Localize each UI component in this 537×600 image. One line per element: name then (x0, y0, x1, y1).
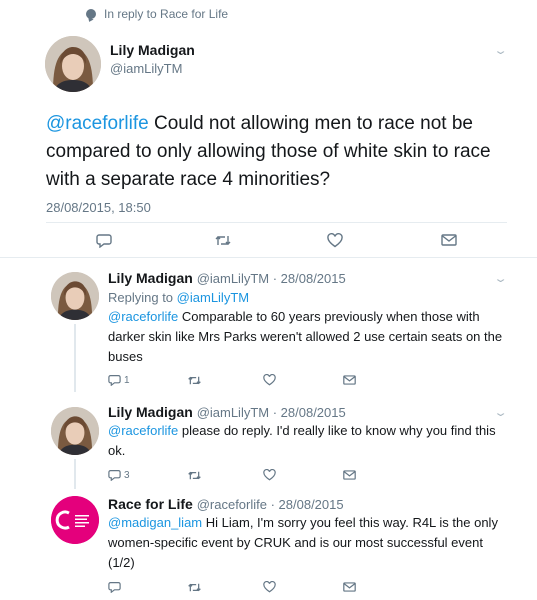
reply-text: @raceforlife please do reply. I'd really… (108, 421, 508, 461)
heart-icon (327, 233, 343, 248)
chevron-down-icon[interactable]: ⌄ (493, 406, 508, 419)
chevron-down-icon[interactable]: ⌄ (493, 44, 508, 57)
reply-count: 3 (124, 469, 130, 481)
reply-button[interactable] (96, 233, 112, 248)
reply-author[interactable]: Lily Madigan @iamLilyTM · 28/08/2015 (108, 404, 346, 420)
retweet-icon (188, 583, 201, 592)
mention-link[interactable]: @raceforlife (108, 423, 178, 438)
dm-button[interactable] (343, 374, 356, 386)
tweet-timestamp: 28/08/2015, 18:50 (46, 200, 151, 215)
mention-link[interactable]: @raceforlife (108, 309, 178, 324)
avatar-image (45, 36, 101, 92)
cruk-logo-icon (51, 496, 99, 544)
divider (46, 222, 507, 223)
reply-count: 1 (124, 374, 130, 386)
speech-bubble-icon (86, 9, 96, 19)
reply-icon (108, 375, 121, 386)
reply-context-target[interactable]: Race for Life (160, 7, 228, 21)
mention-link[interactable]: @raceforlife (46, 113, 149, 134)
heart-icon (263, 581, 276, 593)
envelope-icon (343, 375, 356, 385)
retweet-button[interactable] (187, 470, 202, 481)
avatar-image (51, 272, 99, 320)
reply-context-prefix: In reply to (104, 7, 157, 21)
retweet-button[interactable] (214, 234, 232, 247)
retweet-icon (215, 236, 231, 245)
reply-button[interactable] (108, 581, 121, 593)
reply-meta: @iamLilyTM · 28/08/2015 (196, 405, 346, 420)
reply-button[interactable]: 1 (108, 374, 130, 386)
reply-author[interactable]: Lily Madigan @iamLilyTM · 28/08/2015 (108, 270, 346, 286)
author-name[interactable]: Lily Madigan (110, 42, 195, 58)
thread-line (74, 459, 76, 489)
reply-meta: @raceforlife · 28/08/2015 (196, 497, 344, 512)
like-button[interactable] (327, 233, 343, 248)
dm-button[interactable] (441, 233, 457, 247)
heart-icon (263, 469, 276, 481)
divider (0, 257, 537, 258)
author-handle[interactable]: @iamLilyTM (110, 61, 182, 76)
reply-text: @madigan_liam Hi Liam, I'm sorry you fee… (108, 513, 508, 573)
dm-button[interactable] (343, 581, 356, 593)
avatar[interactable] (51, 407, 99, 455)
replying-to-handle[interactable]: @iamLilyTM (177, 290, 249, 305)
reply-icon (96, 234, 112, 248)
reply-author[interactable]: Race for Life @raceforlife · 28/08/2015 (108, 496, 344, 512)
envelope-icon (343, 470, 356, 480)
reply-author-name[interactable]: Lily Madigan (108, 404, 193, 420)
avatar-image (51, 407, 99, 455)
reply-author-name[interactable]: Lily Madigan (108, 270, 193, 286)
chevron-down-icon[interactable]: ⌄ (493, 272, 508, 285)
reply-author-name[interactable]: Race for Life (108, 496, 193, 512)
reply-button[interactable]: 3 (108, 469, 130, 481)
retweet-icon (188, 376, 201, 385)
like-button[interactable] (263, 374, 276, 386)
race-for-life-logo[interactable] (51, 496, 99, 544)
avatar[interactable] (51, 272, 99, 320)
retweet-icon (188, 471, 201, 480)
mention-link[interactable]: @madigan_liam (108, 515, 202, 530)
like-button[interactable] (263, 581, 276, 593)
avatar[interactable] (45, 36, 101, 92)
reply-context[interactable]: In reply to Race for Life (86, 7, 228, 21)
reply-text: @raceforlife Comparable to 60 years prev… (108, 307, 508, 367)
reply-meta: @iamLilyTM · 28/08/2015 (196, 271, 346, 286)
like-button[interactable] (263, 469, 276, 481)
thread-line (74, 324, 76, 392)
retweet-button[interactable] (187, 375, 202, 386)
envelope-icon (343, 582, 356, 592)
replying-to: Replying to @iamLilyTM (108, 290, 249, 305)
heart-icon (263, 374, 276, 386)
reply-icon (108, 582, 121, 593)
tweet-text: @raceforlife Could not allowing men to r… (46, 110, 506, 194)
dm-button[interactable] (343, 469, 356, 481)
envelope-icon (441, 234, 457, 246)
replying-to-prefix: Replying to (108, 290, 174, 305)
reply-icon (108, 470, 121, 481)
retweet-button[interactable] (187, 582, 202, 593)
